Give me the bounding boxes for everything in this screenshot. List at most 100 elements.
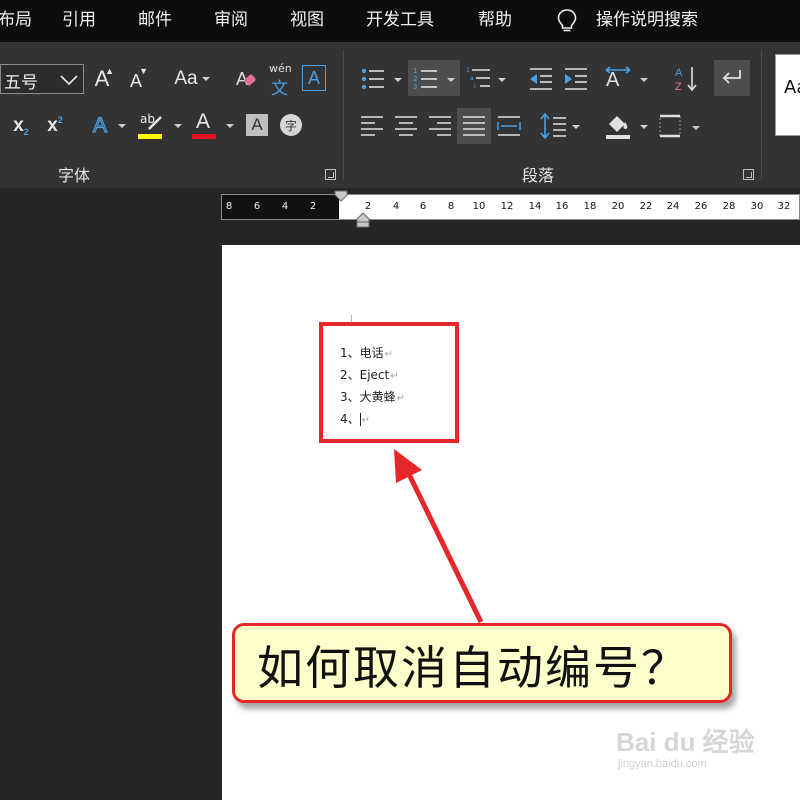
increase-indent-button[interactable] [563, 66, 589, 92]
question-callout: 如何取消自动编号？ [232, 623, 732, 703]
character-shading-icon: A [251, 115, 263, 134]
multilevel-list-button[interactable]: 1ai [466, 66, 512, 92]
font-color-button[interactable]: A [190, 110, 236, 142]
menu-tab-layout[interactable]: 布局 [0, 0, 32, 42]
svg-text:1: 1 [466, 67, 470, 74]
ruler-tick: 4 [281, 201, 289, 212]
ruler-tick: 16 [555, 201, 569, 212]
ruler-tick: 12 [500, 201, 514, 212]
character-border-button[interactable]: A [302, 65, 326, 91]
grow-font-button[interactable]: A ▲ [90, 64, 114, 94]
font-color-icon: A [196, 110, 211, 133]
ruler-tick: 6 [419, 201, 427, 212]
menu-tab-view[interactable]: 视图 [290, 0, 324, 42]
highlight-color-button[interactable]: ab [136, 110, 184, 142]
highlight-color-bar [138, 134, 162, 139]
superscript-mark: 2 [57, 115, 63, 125]
justify-icon [463, 116, 485, 136]
sort-button[interactable]: A Z [674, 64, 700, 94]
superscript-icon: x [47, 115, 58, 136]
return-arrow-icon [722, 70, 741, 84]
align-center-button[interactable] [394, 114, 418, 138]
ruler-tick: 2 [309, 201, 317, 212]
ruler-tick: 6 [253, 201, 261, 212]
chevron-down-icon [60, 75, 78, 86]
highlight-box [319, 322, 459, 443]
ruler-tick: 2 [364, 201, 372, 212]
subscript-button[interactable]: x 2 [8, 112, 34, 140]
font-size-value: 五号 [4, 73, 38, 93]
hanging-indent-marker-icon[interactable] [356, 212, 370, 228]
ruler-tick: 10 [472, 201, 486, 212]
clear-formatting-icon[interactable]: A [234, 66, 260, 92]
baidu-watermark: Bai du 经验 jingyan.baidu.com [612, 712, 772, 782]
menu-tab-review[interactable]: 审阅 [214, 0, 248, 42]
character-border-icon: A [307, 67, 320, 88]
menu-tab-references[interactable]: 引用 [62, 0, 96, 42]
ribbon: 五号 A ▲ A ▼ Aa A wén 文 A x 2 x 2 A ab A A… [0, 42, 800, 188]
enclose-characters-button[interactable]: 字 [280, 114, 302, 136]
phonetic-guide-button[interactable]: wén 文 [268, 62, 294, 99]
menu-tab-mailings[interactable]: 邮件 [138, 0, 172, 42]
watermark-main: Bai du 经验 [616, 727, 755, 757]
ruler-tick: 22 [639, 201, 653, 212]
svg-text:3: 3 [413, 83, 417, 91]
svg-text:Z: Z [675, 81, 682, 93]
show-formatting-marks-button[interactable] [714, 60, 750, 96]
svg-text:i: i [474, 83, 476, 90]
chinese-layout-button[interactable]: A [604, 66, 652, 92]
borders-button[interactable] [658, 114, 704, 140]
ruler-tick: 8 [447, 201, 455, 212]
ruler-tick: 20 [611, 201, 625, 212]
paragraph-group-label: 段落 [522, 166, 555, 185]
paragraph-dialog-launcher-icon[interactable] [743, 169, 754, 180]
style-preview-text: Aa [784, 77, 800, 98]
shading-button[interactable] [604, 110, 652, 142]
change-case-button[interactable]: Aa [168, 64, 214, 94]
character-shading-button[interactable]: A [246, 114, 268, 136]
first-line-indent-marker-icon[interactable] [334, 190, 348, 202]
text-effects-button[interactable]: A [86, 112, 128, 140]
group-divider [343, 50, 344, 180]
justify-button[interactable] [457, 108, 491, 144]
ruler-tick: 18 [583, 201, 597, 212]
ruler-tick: 24 [666, 201, 680, 212]
align-left-button[interactable] [360, 114, 384, 138]
text-effects-icon: A [92, 113, 107, 137]
svg-text:A: A [675, 67, 683, 79]
bullets-button[interactable] [360, 66, 406, 92]
svg-text:1: 1 [413, 67, 417, 75]
subscript-mark: 2 [23, 127, 29, 137]
ruler-tick: 4 [392, 201, 400, 212]
ruler-tick: 28 [722, 201, 736, 212]
horizontal-ruler[interactable]: 8 6 4 2 2 4 6 8 10 12 14 16 18 20 22 24 … [221, 194, 800, 220]
superscript-button[interactable]: x 2 [42, 112, 68, 140]
svg-text:a: a [470, 75, 474, 82]
ruler-tick: 32 [777, 201, 791, 212]
font-color-bar [192, 134, 216, 139]
menu-bar: 布局 引用 邮件 审阅 视图 开发工具 帮助 操作说明搜索 [0, 0, 800, 42]
watermark-url: jingyan.baidu.com [618, 758, 707, 770]
tell-me-search[interactable]: 操作说明搜索 [596, 0, 698, 42]
font-dialog-launcher-icon[interactable] [325, 169, 336, 180]
subscript-icon: x [13, 115, 24, 136]
enclose-characters-icon: 字 [284, 118, 297, 133]
callout-text: 如何取消自动编号？ [257, 641, 689, 695]
distributed-button[interactable] [497, 114, 521, 138]
ruler-tick: 14 [528, 201, 542, 212]
align-right-button[interactable] [428, 114, 452, 138]
numbering-button[interactable]: 123 [408, 60, 460, 96]
style-gallery-item[interactable]: Aa [775, 54, 800, 136]
decrease-indent-button[interactable] [528, 66, 554, 92]
numbering-icon: 123 [413, 67, 455, 91]
marker-icon [148, 116, 162, 130]
font-group-label: 字体 [58, 166, 91, 185]
ruler-tick: 26 [694, 201, 708, 212]
lightbulb-icon[interactable] [556, 8, 578, 34]
shrink-font-button[interactable]: A ▼ [124, 66, 148, 96]
menu-tab-help[interactable]: 帮助 [478, 0, 512, 42]
font-size-select[interactable]: 五号 [0, 64, 84, 94]
phonetic-bottom: 文 [271, 79, 288, 99]
line-spacing-button[interactable] [540, 112, 586, 140]
menu-tab-developer[interactable]: 开发工具 [366, 0, 434, 42]
